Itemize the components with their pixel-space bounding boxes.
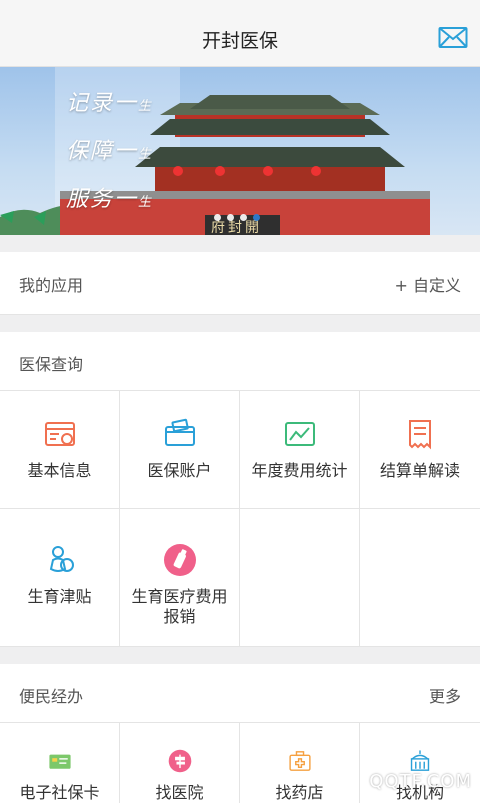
service-item-find-pharmacy[interactable]: 找药店 [240, 723, 360, 803]
my-apps-row: 我的应用 + 自定义 [0, 252, 480, 315]
service-section-label: 便民经办 [19, 687, 84, 706]
medkit-icon [288, 751, 311, 771]
service-item-label: 找药店 [275, 783, 324, 802]
watermark: QQTF.COM [369, 771, 472, 792]
query-item-settlement[interactable]: 结算单解读 [360, 391, 480, 509]
banner-carousel[interactable]: 记录一生 保障一生 服务一生 府封開 [0, 67, 480, 235]
baby-icon [49, 546, 74, 572]
query-item-maternity-reimbursement[interactable]: 生育医疗费用报销 [120, 509, 240, 647]
carousel-dot-active[interactable] [253, 214, 260, 221]
query-item-label: 基本信息 [27, 461, 92, 480]
chart-icon [284, 422, 315, 446]
query-section-title: 医保查询 [0, 332, 480, 391]
query-item-label: 年度费用统计 [251, 461, 348, 480]
receipt-icon [409, 420, 431, 450]
query-item-basic-info[interactable]: 基本信息 [0, 391, 120, 509]
carousel-dot[interactable] [240, 214, 247, 221]
carousel-dots[interactable] [214, 214, 260, 221]
service-item-label: 电子社保卡 [19, 783, 100, 802]
query-item-label: 结算单解读 [379, 461, 460, 480]
query-item-label: 生育医疗费用报销 [131, 587, 228, 626]
service-item-social-card[interactable]: 电子社保卡 [0, 723, 120, 803]
query-item-empty [360, 509, 480, 647]
card-icon [48, 754, 71, 769]
wallet-icon [164, 418, 195, 446]
divider [0, 235, 480, 252]
query-item-annual-stats[interactable]: 年度费用统计 [240, 391, 360, 509]
nav-bar: 开封医保 [0, 12, 480, 67]
id-card-icon [44, 422, 75, 446]
my-apps-label: 我的应用 [19, 276, 84, 295]
bottle-icon [163, 544, 196, 576]
divider [0, 647, 480, 664]
customize-button[interactable]: + 自定义 [395, 272, 462, 296]
query-item-empty [240, 509, 360, 647]
query-item-label: 医保账户 [147, 461, 212, 480]
banner-slogan: 记录一生 保障一生 服务一生 [66, 91, 154, 212]
query-section-label: 医保查询 [19, 355, 84, 374]
query-grid-row-2: 生育津贴 生育医疗费用报销 [0, 509, 480, 647]
page-title: 开封医保 [201, 30, 278, 52]
more-button[interactable]: 更多 [429, 683, 461, 707]
service-item-find-hospital[interactable]: 找医院 [120, 723, 240, 803]
query-item-account[interactable]: 医保账户 [120, 391, 240, 509]
carousel-dot[interactable] [214, 214, 221, 221]
query-item-maternity-allowance[interactable]: 生育津贴 [0, 509, 120, 647]
status-bar [0, 0, 480, 12]
building-icon [410, 750, 430, 771]
query-grid: 基本信息 医保账户 年度费用统计 结算单解读 [0, 391, 480, 509]
carousel-dot[interactable] [227, 214, 234, 221]
service-item-label: 找医院 [155, 783, 204, 802]
query-item-label: 生育津贴 [27, 587, 92, 606]
service-section-title: 便民经办 更多 [0, 664, 480, 723]
divider [0, 315, 480, 332]
signpost-icon [168, 749, 191, 773]
mail-icon[interactable] [438, 26, 468, 50]
